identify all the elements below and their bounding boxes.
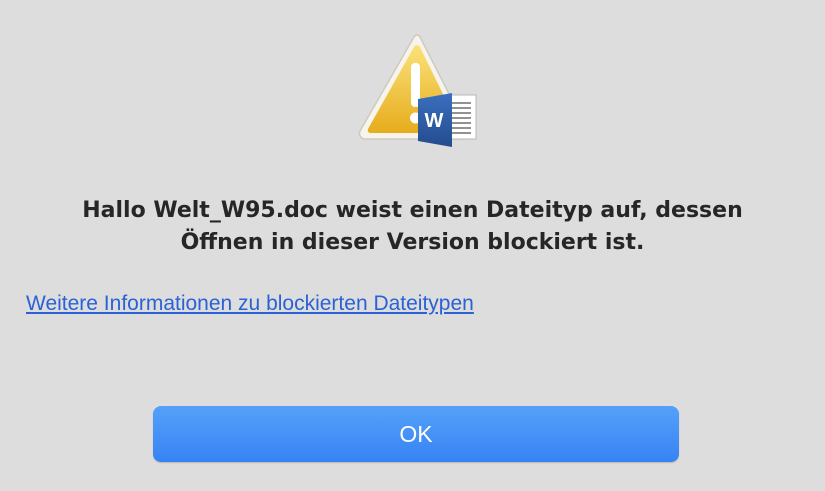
ok-button[interactable]: OK xyxy=(153,406,679,462)
message-line-2: Öffnen in dieser Version blockiert ist. xyxy=(180,230,645,255)
blocked-file-types-info-link[interactable]: Weitere Informationen zu blockierten Dat… xyxy=(26,292,474,316)
message-line-1: Hallo Welt_W95.doc weist einen Dateityp … xyxy=(82,198,743,223)
dialog-message: Hallo Welt_W95.doc weist einen Dateityp … xyxy=(40,195,785,259)
word-document-icon: W xyxy=(418,93,477,147)
word-letter: W xyxy=(425,110,444,132)
alert-icon: W xyxy=(354,33,480,149)
blocked-file-dialog: W Hallo Welt_W95.doc weist einen Dateity… xyxy=(0,0,825,491)
